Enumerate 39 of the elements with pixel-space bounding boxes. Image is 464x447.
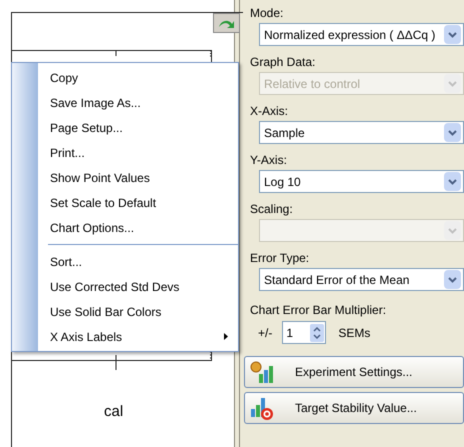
field-label: Error Type: <box>250 250 310 266</box>
field-label: Scaling: <box>250 200 294 218</box>
gear-and-bars-icon <box>249 360 275 384</box>
spinner-field[interactable]: 1 <box>282 321 326 344</box>
action-button[interactable]: Target Stability Value... <box>244 392 464 424</box>
dropdown-field[interactable]: Log 10 <box>259 170 464 193</box>
field-label: Y-Axis: <box>250 152 288 168</box>
menu-item[interactable]: Chart Options... <box>38 215 238 240</box>
dropdown-field[interactable]: Normalized expression ( ΔΔCq ) <box>259 23 464 46</box>
spinner-arrows-icon <box>310 324 324 342</box>
menu-item[interactable]: Set Scale to Default <box>38 190 238 215</box>
bars-and-target-icon <box>249 395 275 421</box>
menu-item[interactable]: Use Corrected Std Devs <box>38 274 238 299</box>
field-label: Mode: <box>250 4 284 22</box>
submenu-arrow-icon <box>224 333 228 340</box>
dropdown-value: Relative to control <box>264 76 360 92</box>
field-label: X-Axis: <box>250 102 290 120</box>
x-axis-label: cal <box>104 402 124 422</box>
plus-minus-label: +/- <box>258 324 272 342</box>
redo-button[interactable] <box>213 13 240 33</box>
spinner-value: 1 <box>286 324 294 342</box>
menu-item[interactable]: Show Point Values <box>38 165 238 190</box>
menu-item[interactable]: Sort... <box>38 249 238 274</box>
menu-item[interactable]: Page Setup... <box>38 115 238 140</box>
dropdown-field[interactable]: Sample <box>259 121 464 144</box>
field-label: Chart Error Bar Multiplier: <box>250 302 388 319</box>
dropdown-field[interactable]: Standard Error of the Mean <box>259 268 464 291</box>
menu-item[interactable]: Save Image As... <box>38 90 238 115</box>
action-button[interactable]: Experiment Settings... <box>244 356 464 388</box>
dropdown-value: Standard Error of the Mean <box>264 272 410 288</box>
menu-item[interactable]: X Axis Labels <box>38 324 238 349</box>
menu-item[interactable]: Copy <box>38 65 238 90</box>
menu-item[interactable]: Print... <box>38 140 238 165</box>
dropdown-value: Sample <box>264 124 305 142</box>
dropdown-value: Normalized expression ( ΔΔCq ) <box>264 26 436 44</box>
menu-item[interactable]: Use Solid Bar Colors <box>38 299 238 324</box>
dropdown-value: Log 10 <box>264 174 301 190</box>
field-label: Graph Data: <box>250 54 316 70</box>
unit-label: SEMs <box>338 324 370 342</box>
